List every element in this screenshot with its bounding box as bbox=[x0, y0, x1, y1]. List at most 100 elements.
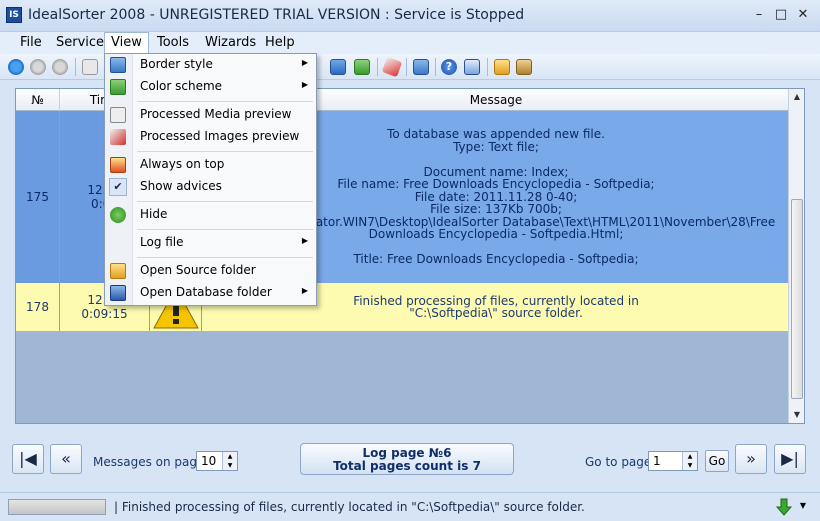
progress-bar bbox=[8, 499, 106, 515]
menu-service[interactable]: Service bbox=[50, 32, 110, 54]
goto-page-label: Go to page: bbox=[585, 455, 656, 469]
image-icon[interactable] bbox=[354, 59, 370, 75]
pager-bar: |◀ « Messages on page: 10 ▲ ▼ Log page №6… bbox=[0, 432, 820, 488]
spinner-arrows-icon[interactable]: ▲ ▼ bbox=[682, 452, 697, 470]
menu-separator bbox=[137, 201, 313, 202]
images-preview-icon bbox=[110, 129, 126, 145]
menu-view[interactable]: View bbox=[104, 32, 149, 54]
prev-page-button[interactable]: « bbox=[50, 444, 82, 474]
menu-item-label: Hide bbox=[140, 207, 168, 221]
menu-item-log-file[interactable]: Log file ▶ bbox=[105, 232, 316, 254]
menu-item-hide[interactable]: Hide bbox=[105, 204, 316, 226]
toolbar-separator bbox=[377, 58, 378, 76]
message-line: "C:\Softpedia\" source folder. bbox=[409, 306, 583, 320]
menu-item-images-preview[interactable]: Processed Images preview bbox=[105, 126, 316, 148]
app-icon: IS bbox=[6, 7, 22, 23]
title-bar: IS IdealSorter 2008 - UNREGISTERED TRIAL… bbox=[0, 0, 820, 32]
restore-button[interactable]: □ bbox=[770, 6, 792, 24]
media-icon[interactable] bbox=[82, 59, 98, 75]
submenu-arrow-icon: ▶ bbox=[301, 80, 308, 89]
toolbar-separator bbox=[435, 58, 436, 76]
menu-item-border-style[interactable]: Border style ▶ bbox=[105, 54, 316, 76]
menu-wizards[interactable]: Wizards bbox=[199, 32, 262, 54]
menu-separator bbox=[137, 229, 313, 230]
vertical-scrollbar[interactable]: ▲ ▼ bbox=[788, 89, 804, 423]
toolbar-separator bbox=[75, 58, 76, 76]
menu-item-label: Border style bbox=[140, 57, 213, 71]
last-page-button[interactable]: ▶| bbox=[774, 444, 806, 474]
scroll-up-icon[interactable]: ▲ bbox=[789, 89, 804, 105]
menu-item-color-scheme[interactable]: Color scheme ▶ bbox=[105, 76, 316, 98]
submenu-arrow-icon: ▶ bbox=[301, 58, 308, 67]
messages-per-page-value: 10 bbox=[201, 454, 217, 468]
menu-item-always-on-top[interactable]: Always on top bbox=[105, 154, 316, 176]
menu-item-show-advices[interactable]: ✔ Show advices bbox=[105, 176, 316, 198]
window-title: IdealSorter 2008 - UNREGISTERED TRIAL VE… bbox=[28, 7, 525, 23]
submenu-arrow-icon: ▶ bbox=[301, 236, 308, 245]
eject-icon[interactable] bbox=[52, 59, 68, 75]
menu-item-open-source-folder[interactable]: Open Source folder bbox=[105, 260, 316, 282]
window-controls: – □ ✕ bbox=[748, 6, 814, 24]
brush-icon[interactable] bbox=[381, 56, 403, 78]
goto-page-value: 1 bbox=[653, 454, 661, 468]
help-icon[interactable]: ? bbox=[441, 59, 457, 75]
menu-item-label: Processed Images preview bbox=[140, 129, 300, 143]
about-icon[interactable] bbox=[464, 59, 480, 75]
menu-item-label: Processed Media preview bbox=[140, 107, 292, 121]
menu-help[interactable]: Help bbox=[259, 32, 301, 54]
windows-icon[interactable] bbox=[413, 59, 429, 75]
always-on-top-icon bbox=[110, 157, 126, 173]
next-page-button[interactable]: » bbox=[735, 444, 767, 474]
view-menu: Border style ▶ Color scheme ▶ Processed … bbox=[104, 53, 317, 306]
messages-on-page-label: Messages on page: bbox=[93, 455, 209, 469]
close-button[interactable]: ✕ bbox=[792, 6, 814, 24]
submenu-arrow-icon: ▶ bbox=[301, 286, 308, 295]
status-bar: | Finished processing of files, currentl… bbox=[0, 492, 820, 521]
source-folder-icon bbox=[110, 263, 126, 279]
scroll-thumb[interactable] bbox=[791, 199, 803, 399]
menu-item-label: Open Database folder bbox=[140, 285, 272, 299]
toolbar-separator bbox=[406, 58, 407, 76]
menu-item-label: Show advices bbox=[140, 179, 222, 193]
minimize-button[interactable]: – bbox=[748, 6, 770, 24]
chevron-down-icon[interactable]: ▼ bbox=[800, 501, 806, 510]
media-preview-icon bbox=[110, 107, 126, 123]
menu-item-label: Color scheme bbox=[140, 79, 223, 93]
log-page-button[interactable]: Log page №6 Total pages count is 7 bbox=[300, 443, 514, 475]
messages-per-page-spinner[interactable]: 10 ▲ ▼ bbox=[196, 451, 238, 471]
message-lines: Finished processing of files, currently … bbox=[353, 294, 639, 320]
menu-separator bbox=[137, 101, 313, 102]
total-pages-label: Total pages count is 7 bbox=[333, 459, 481, 473]
first-page-button[interactable]: |◀ bbox=[12, 444, 44, 474]
scroll-down-icon[interactable]: ▼ bbox=[789, 407, 804, 423]
toolbar-separator bbox=[487, 58, 488, 76]
stop-service-icon[interactable] bbox=[30, 59, 46, 75]
menu-item-label: Open Source folder bbox=[140, 263, 256, 277]
menu-item-label: Always on top bbox=[140, 157, 225, 171]
column-header-number[interactable]: № bbox=[16, 89, 60, 111]
menu-item-open-database-folder[interactable]: Open Database folder ▶ bbox=[105, 282, 316, 304]
goto-page-spinner[interactable]: 1 ▲ ▼ bbox=[648, 451, 698, 471]
menu-separator bbox=[137, 151, 313, 152]
menu-separator bbox=[137, 257, 313, 258]
keys-icon[interactable] bbox=[516, 59, 532, 75]
menu-item-label: Log file bbox=[140, 235, 184, 249]
row-number: 178 bbox=[16, 283, 60, 331]
spinner-arrows-icon[interactable]: ▲ ▼ bbox=[222, 452, 237, 470]
check-icon: ✔ bbox=[109, 178, 127, 196]
color-scheme-icon bbox=[110, 79, 126, 95]
go-button[interactable]: Go bbox=[705, 450, 729, 472]
hide-icon bbox=[110, 207, 126, 223]
menu-item-media-preview[interactable]: Processed Media preview bbox=[105, 104, 316, 126]
row-number: 175 bbox=[16, 111, 60, 283]
border-style-icon bbox=[110, 57, 126, 73]
menu-file[interactable]: File bbox=[14, 32, 48, 54]
menu-tools[interactable]: Tools bbox=[151, 32, 195, 54]
status-text: | Finished processing of files, currentl… bbox=[114, 500, 585, 514]
menu-bar: File Service View Tools Wizards Help bbox=[0, 32, 820, 54]
start-service-icon[interactable] bbox=[8, 59, 24, 75]
folder-icon[interactable] bbox=[494, 59, 510, 75]
window-icon[interactable] bbox=[330, 59, 346, 75]
database-folder-icon bbox=[110, 285, 126, 301]
download-arrow-icon[interactable] bbox=[776, 498, 792, 516]
